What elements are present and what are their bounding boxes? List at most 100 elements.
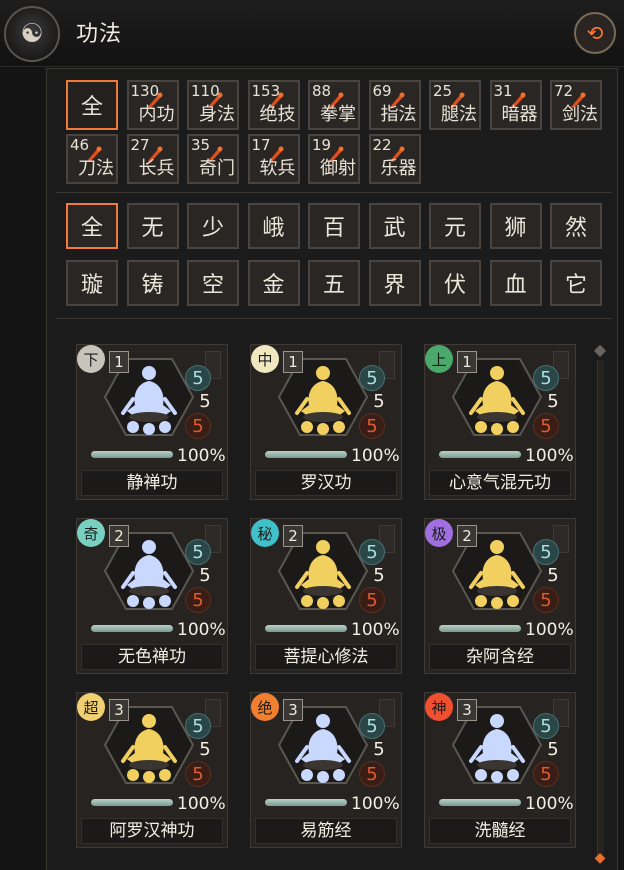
skill-card[interactable]: 极 2 5 5 5 100% 杂阿含经 (424, 518, 576, 674)
scroll-down-icon[interactable]: ◆ (591, 850, 609, 868)
sect-button[interactable]: 百 (308, 203, 360, 249)
stat-teal: 5 (533, 539, 559, 565)
skill-card[interactable]: 秘 2 5 5 5 100% 菩提心修法 (250, 518, 402, 674)
sect-button[interactable]: 狮 (489, 203, 542, 249)
stat-white: 5 (199, 738, 211, 760)
category-button[interactable]: 35 奇门 (187, 134, 239, 184)
category-label: 全 (80, 95, 103, 120)
sect-button[interactable]: 它 (550, 260, 602, 306)
skill-card[interactable]: 奇 2 5 5 5 100% 无色禅功 (76, 518, 228, 674)
skill-card[interactable]: 中 1 5 5 5 100% 罗汉功 (250, 344, 402, 500)
tier-badge: 2 (457, 525, 477, 547)
stat-teal: 5 (359, 539, 385, 565)
tier-badge: 3 (283, 699, 303, 721)
category-label: 奇门 (199, 158, 235, 179)
sect-button[interactable]: 元 (429, 203, 481, 249)
progress-percent: 100% (351, 446, 400, 466)
stat-red: 5 (533, 761, 559, 787)
sect-button[interactable]: 金 (247, 260, 300, 306)
skill-card[interactable]: 超 3 5 5 5 100% 阿罗汉神功 (76, 692, 228, 848)
sect-button[interactable]: 然 (550, 203, 602, 249)
progress-bar (91, 625, 173, 632)
progress-percent: 100% (525, 794, 574, 814)
stat-teal: 5 (359, 365, 385, 391)
grade-badge: 中 (251, 345, 279, 373)
skill-name: 洗髓经 (429, 818, 571, 844)
progress-percent: 100% (177, 446, 226, 466)
stat-red: 5 (359, 413, 385, 439)
sect-button[interactable]: 铸 (126, 260, 179, 306)
skill-card[interactable]: 神 3 5 5 5 100% 洗髓经 (424, 692, 576, 848)
skill-card[interactable]: 绝 3 5 5 5 100% 易筋经 (250, 692, 402, 848)
back-arrow-icon[interactable]: ⟲ (574, 12, 616, 54)
divider (56, 318, 612, 319)
progress-fill (439, 799, 521, 806)
category-button[interactable]: 46 刀法 (66, 134, 118, 184)
progress-bar (265, 451, 347, 458)
progress-fill (91, 625, 173, 632)
progress-fill (439, 451, 521, 458)
stat-white: 5 (547, 390, 559, 412)
stat-teal: 5 (185, 539, 211, 565)
category-button[interactable]: 31 暗器 (489, 80, 542, 130)
divider (56, 192, 612, 193)
category-label: 刀法 (78, 158, 114, 179)
category-button[interactable]: 17 软兵 (247, 134, 300, 184)
page-title: 功法 (76, 22, 123, 47)
stat-red: 5 (185, 587, 211, 613)
progress-percent: 100% (525, 446, 574, 466)
sect-button[interactable]: 伏 (429, 260, 481, 306)
progress-percent: 100% (177, 794, 226, 814)
tier-badge: 2 (283, 525, 303, 547)
top-bar: ☯ 功法 ⟲ (0, 0, 624, 67)
category-label: 长兵 (138, 158, 175, 179)
progress-percent: 100% (525, 620, 574, 640)
progress-bar (91, 451, 173, 458)
category-button[interactable]: 72 剑法 (550, 80, 602, 130)
scrollbar[interactable] (597, 360, 604, 860)
stat-red: 5 (533, 587, 559, 613)
stat-red: 5 (533, 413, 559, 439)
progress-percent: 100% (177, 620, 226, 640)
sect-button[interactable]: 界 (368, 260, 421, 306)
category-all[interactable]: 全 (66, 80, 118, 130)
tier-badge: 1 (109, 351, 129, 373)
category-button[interactable]: 130 内功 (126, 80, 179, 130)
grade-badge: 秘 (251, 519, 279, 547)
sect-button[interactable]: 少 (187, 203, 239, 249)
sect-button[interactable]: 武 (368, 203, 421, 249)
category-button[interactable]: 19 御射 (308, 134, 360, 184)
sect-button[interactable]: 五 (308, 260, 360, 306)
category-button[interactable]: 25 腿法 (429, 80, 481, 130)
progress-fill (265, 625, 347, 632)
category-label: 乐器 (380, 158, 417, 179)
category-button[interactable]: 69 指法 (368, 80, 421, 130)
progress-bar (91, 799, 173, 806)
martial-artist-icon[interactable]: ☯ (4, 6, 60, 62)
category-button[interactable]: 88 拳掌 (308, 80, 360, 130)
tier-badge: 3 (109, 699, 129, 721)
progress-bar (439, 625, 521, 632)
category-button[interactable]: 27 长兵 (126, 134, 179, 184)
sect-button[interactable]: 璇 (66, 260, 118, 306)
progress-fill (91, 799, 173, 806)
tier-badge: 2 (109, 525, 129, 547)
sect-button[interactable]: 空 (187, 260, 239, 306)
stat-white: 5 (199, 390, 211, 412)
stat-white: 5 (547, 738, 559, 760)
sect-button[interactable]: 峨 (247, 203, 300, 249)
category-button[interactable]: 153 绝技 (247, 80, 300, 130)
category-button[interactable]: 22 乐器 (368, 134, 421, 184)
stat-white: 5 (373, 738, 385, 760)
grade-badge: 奇 (77, 519, 105, 547)
skill-name: 阿罗汉神功 (81, 818, 223, 844)
category-button[interactable]: 110 身法 (187, 80, 239, 130)
sect-button[interactable]: 无 (126, 203, 179, 249)
skill-name: 静禅功 (81, 470, 223, 496)
skill-card[interactable]: 上 1 5 5 5 100% 心意气混元功 (424, 344, 576, 500)
grade-badge: 超 (77, 693, 105, 721)
skill-card[interactable]: 下 1 5 5 5 100% 静禅功 (76, 344, 228, 500)
sect-all[interactable]: 全 (66, 203, 118, 249)
sect-button[interactable]: 血 (489, 260, 542, 306)
stat-red: 5 (185, 413, 211, 439)
